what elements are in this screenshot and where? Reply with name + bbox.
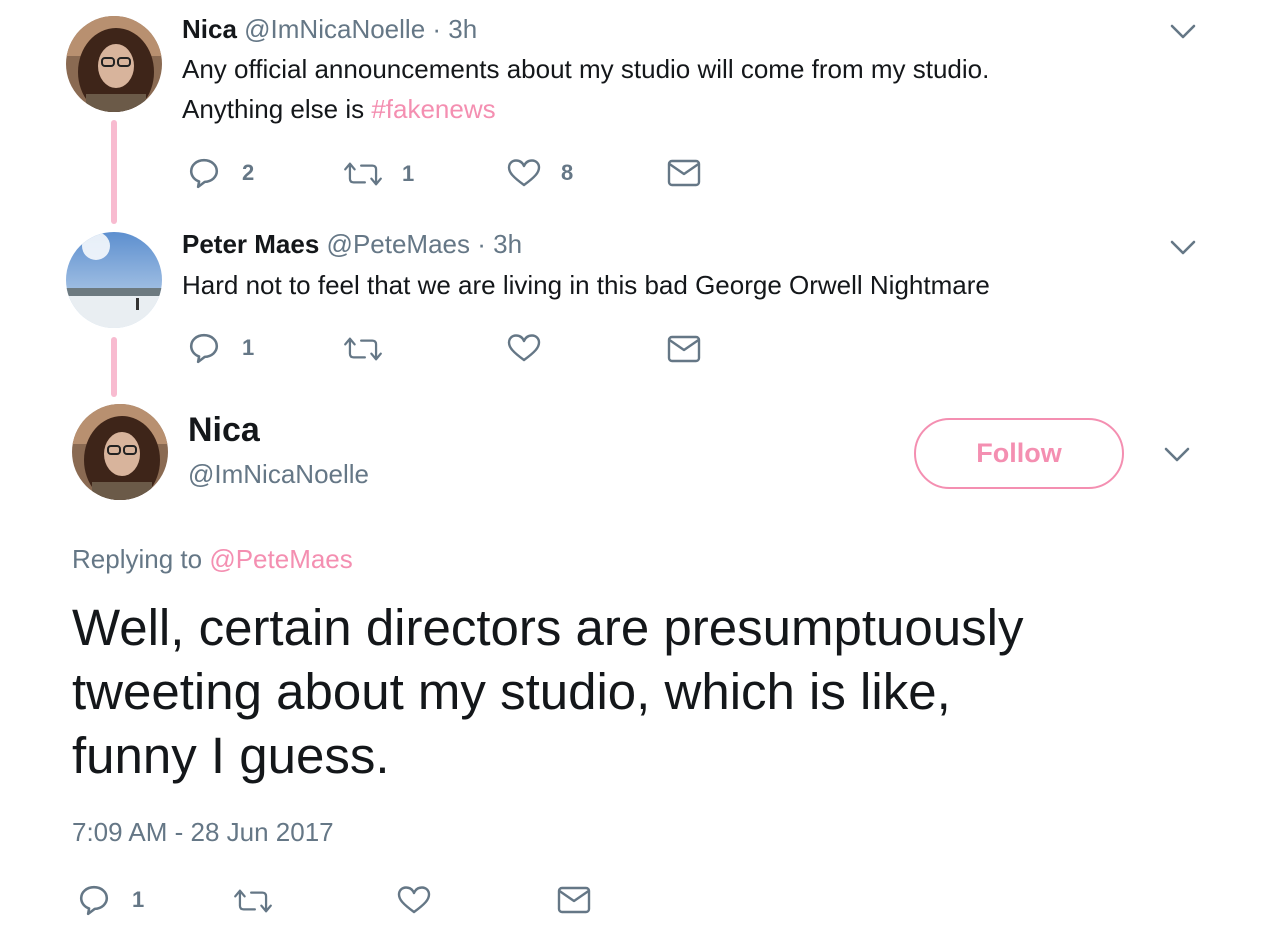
tweet-time[interactable]: 3h <box>493 229 522 259</box>
like-button[interactable] <box>397 885 431 915</box>
hashtag-link[interactable]: #fakenews <box>371 94 495 124</box>
follow-button[interactable]: Follow <box>914 418 1124 489</box>
reply-button[interactable]: 2 <box>188 157 254 189</box>
message-icon <box>667 159 701 187</box>
retweet-icon <box>344 160 382 188</box>
main-tweet-line: funny I guess. <box>72 727 390 784</box>
chevron-down-icon[interactable] <box>1170 240 1196 256</box>
tweet-timestamp[interactable]: 7:09 AM - 28 Jun 2017 <box>72 817 334 848</box>
separator: · <box>432 14 442 44</box>
chevron-down-icon[interactable] <box>1170 24 1196 40</box>
like-icon <box>507 158 541 188</box>
replying-prefix: Replying to <box>72 544 210 574</box>
reply-icon <box>188 157 220 189</box>
reply-count: 2 <box>242 160 255 185</box>
tweet-text-line: Anything else is #fakenews <box>182 89 989 129</box>
like-icon <box>397 885 431 915</box>
chevron-down-icon[interactable] <box>1164 447 1190 463</box>
replying-handle-link[interactable]: @PeteMaes <box>209 544 352 574</box>
tweet-header: Peter Maes @PeteMaes · 3h <box>182 229 522 260</box>
retweet-icon <box>344 335 382 363</box>
retweet-button[interactable]: 1 <box>344 160 414 188</box>
reply-icon <box>188 332 220 364</box>
reply-icon <box>78 884 110 916</box>
main-tweet-text: Well, certain directors are presumptuous… <box>72 596 1023 788</box>
avatar[interactable] <box>66 232 162 328</box>
main-author-name[interactable]: Nica <box>188 411 260 450</box>
retweet-count: 1 <box>402 161 415 186</box>
main-tweet-line: tweeting about my studio, which is like, <box>72 663 951 720</box>
author-name[interactable]: Nica <box>182 14 237 44</box>
main-tweet-line: Well, certain directors are presumptuous… <box>72 599 1024 656</box>
retweet-button[interactable] <box>344 335 382 363</box>
reply-button[interactable]: 1 <box>188 332 254 364</box>
thread-line <box>111 120 117 224</box>
like-count: 8 <box>561 160 574 185</box>
message-icon <box>667 335 701 363</box>
author-name[interactable]: Peter Maes <box>182 229 319 259</box>
tweet-text: Any official announcements about my stud… <box>182 49 989 129</box>
reply-count: 1 <box>242 335 255 360</box>
author-handle[interactable]: @PeteMaes <box>327 229 470 259</box>
retweet-icon <box>234 887 272 915</box>
message-icon <box>557 886 591 914</box>
message-button[interactable] <box>667 335 701 363</box>
tweet-time[interactable]: 3h <box>448 14 477 44</box>
thread-line <box>111 337 117 397</box>
retweet-button[interactable] <box>234 887 272 915</box>
avatar[interactable] <box>72 404 168 500</box>
like-icon <box>507 333 541 363</box>
like-button[interactable] <box>507 333 541 363</box>
tweet-text-prefix: Anything else is <box>182 94 372 124</box>
author-handle[interactable]: @ImNicaNoelle <box>244 14 425 44</box>
like-button[interactable]: 8 <box>507 158 573 188</box>
tweet-text-line: Any official announcements about my stud… <box>182 54 990 84</box>
message-button[interactable] <box>557 886 591 914</box>
replying-to: Replying to @PeteMaes <box>72 544 353 575</box>
separator: · <box>477 229 486 259</box>
reply-button[interactable]: 1 <box>78 884 144 916</box>
reply-count: 1 <box>132 887 145 912</box>
main-author-handle[interactable]: @ImNicaNoelle <box>188 459 369 490</box>
tweet-header: Nica @ImNicaNoelle · 3h <box>182 14 477 45</box>
message-button[interactable] <box>667 159 701 187</box>
tweet-text: Hard not to feel that we are living in t… <box>182 270 990 300</box>
avatar[interactable] <box>66 16 162 112</box>
